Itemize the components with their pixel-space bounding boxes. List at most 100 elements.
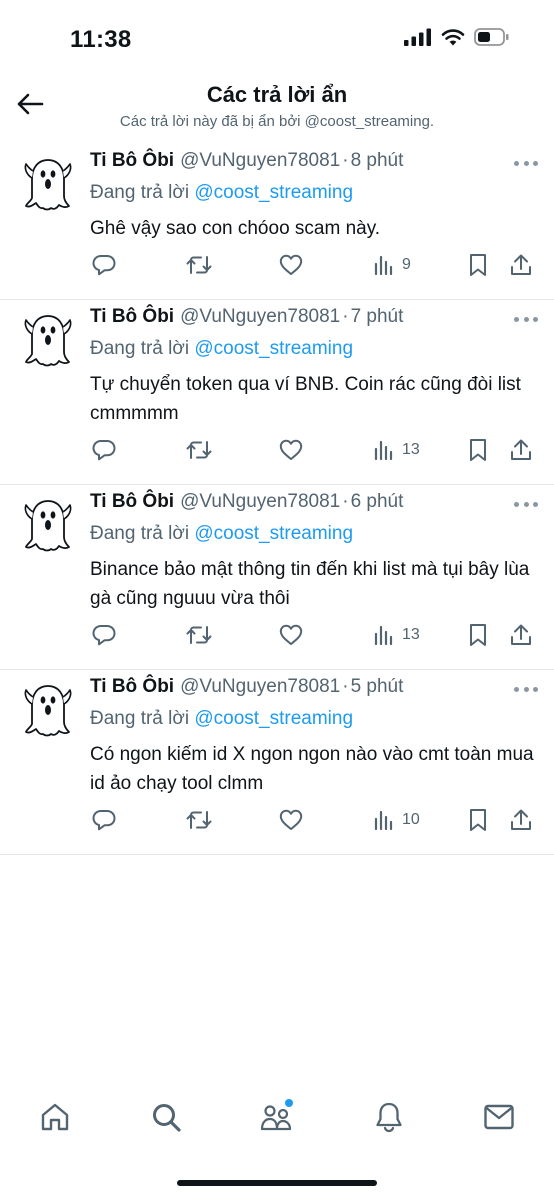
replying-to-link[interactable]: @coost_streaming	[194, 182, 353, 203]
bookmark-button[interactable]	[468, 808, 488, 832]
views-button[interactable]: 13	[374, 438, 420, 462]
retweet-button[interactable]	[186, 253, 212, 277]
more-options-button[interactable]	[514, 499, 538, 509]
author-handle[interactable]: @VuNguyen78081	[180, 491, 340, 513]
author-handle[interactable]: @VuNguyen78081	[180, 306, 340, 328]
retweet-button[interactable]	[186, 808, 212, 832]
retweet-button[interactable]	[186, 438, 212, 462]
more-options-button[interactable]	[514, 314, 538, 324]
like-button[interactable]	[279, 808, 303, 832]
reply-button[interactable]	[92, 253, 116, 277]
page-title: Các trả lời ẩn	[206, 82, 348, 107]
like-button[interactable]	[279, 438, 303, 462]
nav-home[interactable]	[38, 1100, 72, 1134]
author-name[interactable]: Ti Bô Ôbi	[90, 306, 174, 328]
retweet-icon	[186, 626, 212, 644]
share-button[interactable]	[510, 253, 532, 277]
author-handle[interactable]: @VuNguyen78081	[180, 150, 340, 172]
more-options-button[interactable]	[514, 158, 538, 168]
reply-item[interactable]: Ti Bô Ôbi @VuNguyen78081 · 5 phút Đang t…	[0, 670, 554, 855]
reply-time: 8 phút	[350, 150, 404, 171]
replying-to-link[interactable]: @coost_streaming	[194, 708, 353, 729]
views-button[interactable]: 9	[374, 253, 411, 277]
share-icon	[511, 624, 531, 645]
nav-search[interactable]	[149, 1100, 183, 1134]
more-options-button[interactable]	[514, 684, 538, 694]
share-button[interactable]	[510, 623, 532, 647]
heart-icon	[279, 809, 303, 830]
nav-messages[interactable]	[482, 1100, 516, 1134]
reply-button[interactable]	[92, 438, 116, 462]
replying-to: Đang trả lời @coost_streaming	[90, 704, 538, 734]
nav-notifications[interactable]	[372, 1100, 406, 1134]
reply-button[interactable]	[92, 623, 116, 647]
avatar[interactable]	[18, 680, 78, 740]
more-dots-icon	[514, 316, 519, 322]
reply-actions: 13	[90, 428, 538, 484]
ghost-avatar-icon	[24, 685, 72, 737]
share-button[interactable]	[510, 438, 532, 462]
bookmark-icon	[470, 254, 486, 276]
messages-icon	[484, 1104, 514, 1130]
views-count: 13	[402, 441, 420, 458]
reply-button[interactable]	[92, 808, 116, 832]
like-button[interactable]	[279, 623, 303, 647]
author-name[interactable]: Ti Bô Ôbi	[90, 676, 174, 698]
notifications-icon	[376, 1102, 402, 1133]
replying-prefix: Đang trả lời	[90, 182, 190, 203]
battery-icon	[474, 28, 510, 51]
retweet-icon	[186, 256, 212, 274]
views-chart-icon	[374, 440, 393, 460]
avatar[interactable]	[18, 495, 78, 555]
avatar[interactable]	[18, 310, 78, 370]
reply-icon	[92, 255, 116, 276]
like-button[interactable]	[279, 253, 303, 277]
replying-to: Đang trả lời @coost_streaming	[90, 519, 538, 549]
hidden-replies-list: Ti Bô Ôbi @VuNguyen78081 · 8 phút Đang t…	[0, 144, 554, 855]
reply-actions: 9	[90, 243, 538, 299]
bookmark-button[interactable]	[468, 253, 488, 277]
author-name[interactable]: Ti Bô Ôbi	[90, 150, 174, 172]
more-dots-icon	[514, 686, 519, 692]
wifi-icon	[441, 28, 465, 51]
reply-icon	[92, 810, 116, 831]
share-button[interactable]	[510, 808, 532, 832]
replying-to: Đang trả lời @coost_streaming	[90, 178, 538, 208]
reply-item[interactable]: Ti Bô Ôbi @VuNguyen78081 · 8 phút Đang t…	[0, 144, 554, 300]
status-time: 11:38	[70, 26, 132, 53]
bookmark-icon	[470, 624, 486, 646]
share-icon	[511, 809, 531, 830]
reply-text: Có ngon kiếm id X ngon ngon nào vào cmt …	[90, 744, 534, 794]
replying-to-link[interactable]: @coost_streaming	[194, 523, 353, 544]
heart-icon	[279, 624, 303, 645]
header: Các trả lời ẩn Các trả lời này đã bị ẩn …	[0, 72, 554, 144]
heart-icon	[279, 254, 303, 275]
bookmark-button[interactable]	[468, 438, 488, 462]
bookmark-button[interactable]	[468, 623, 488, 647]
ghost-avatar-icon	[24, 500, 72, 552]
home-indicator	[177, 1180, 377, 1186]
nav-communities[interactable]	[260, 1099, 294, 1134]
views-button[interactable]: 10	[374, 808, 420, 832]
views-button[interactable]: 13	[374, 623, 420, 647]
replying-prefix: Đang trả lời	[90, 338, 190, 359]
views-count: 9	[402, 256, 411, 273]
reply-text: Binance bảo mật thông tin đến khi list m…	[90, 559, 530, 609]
replying-to-link[interactable]: @coost_streaming	[194, 338, 353, 359]
share-icon	[511, 254, 531, 275]
reply-time: 5 phút	[350, 676, 404, 697]
author-handle[interactable]: @VuNguyen78081	[180, 676, 340, 698]
avatar[interactable]	[18, 154, 78, 214]
replying-prefix: Đang trả lời	[90, 523, 190, 544]
reply-actions: 10	[90, 798, 538, 854]
views-count: 13	[402, 626, 420, 643]
bottom-nav	[0, 1084, 554, 1154]
reply-item[interactable]: Ti Bô Ôbi @VuNguyen78081 · 6 phút Đang t…	[0, 485, 554, 670]
status-icons	[404, 28, 510, 51]
retweet-button[interactable]	[186, 623, 212, 647]
ghost-avatar-icon	[24, 159, 72, 211]
reply-item[interactable]: Ti Bô Ôbi @VuNguyen78081 · 7 phút Đang t…	[0, 300, 554, 485]
author-name[interactable]: Ti Bô Ôbi	[90, 491, 174, 513]
more-dots-icon	[514, 501, 519, 507]
replying-to: Đang trả lời @coost_streaming	[90, 334, 538, 364]
